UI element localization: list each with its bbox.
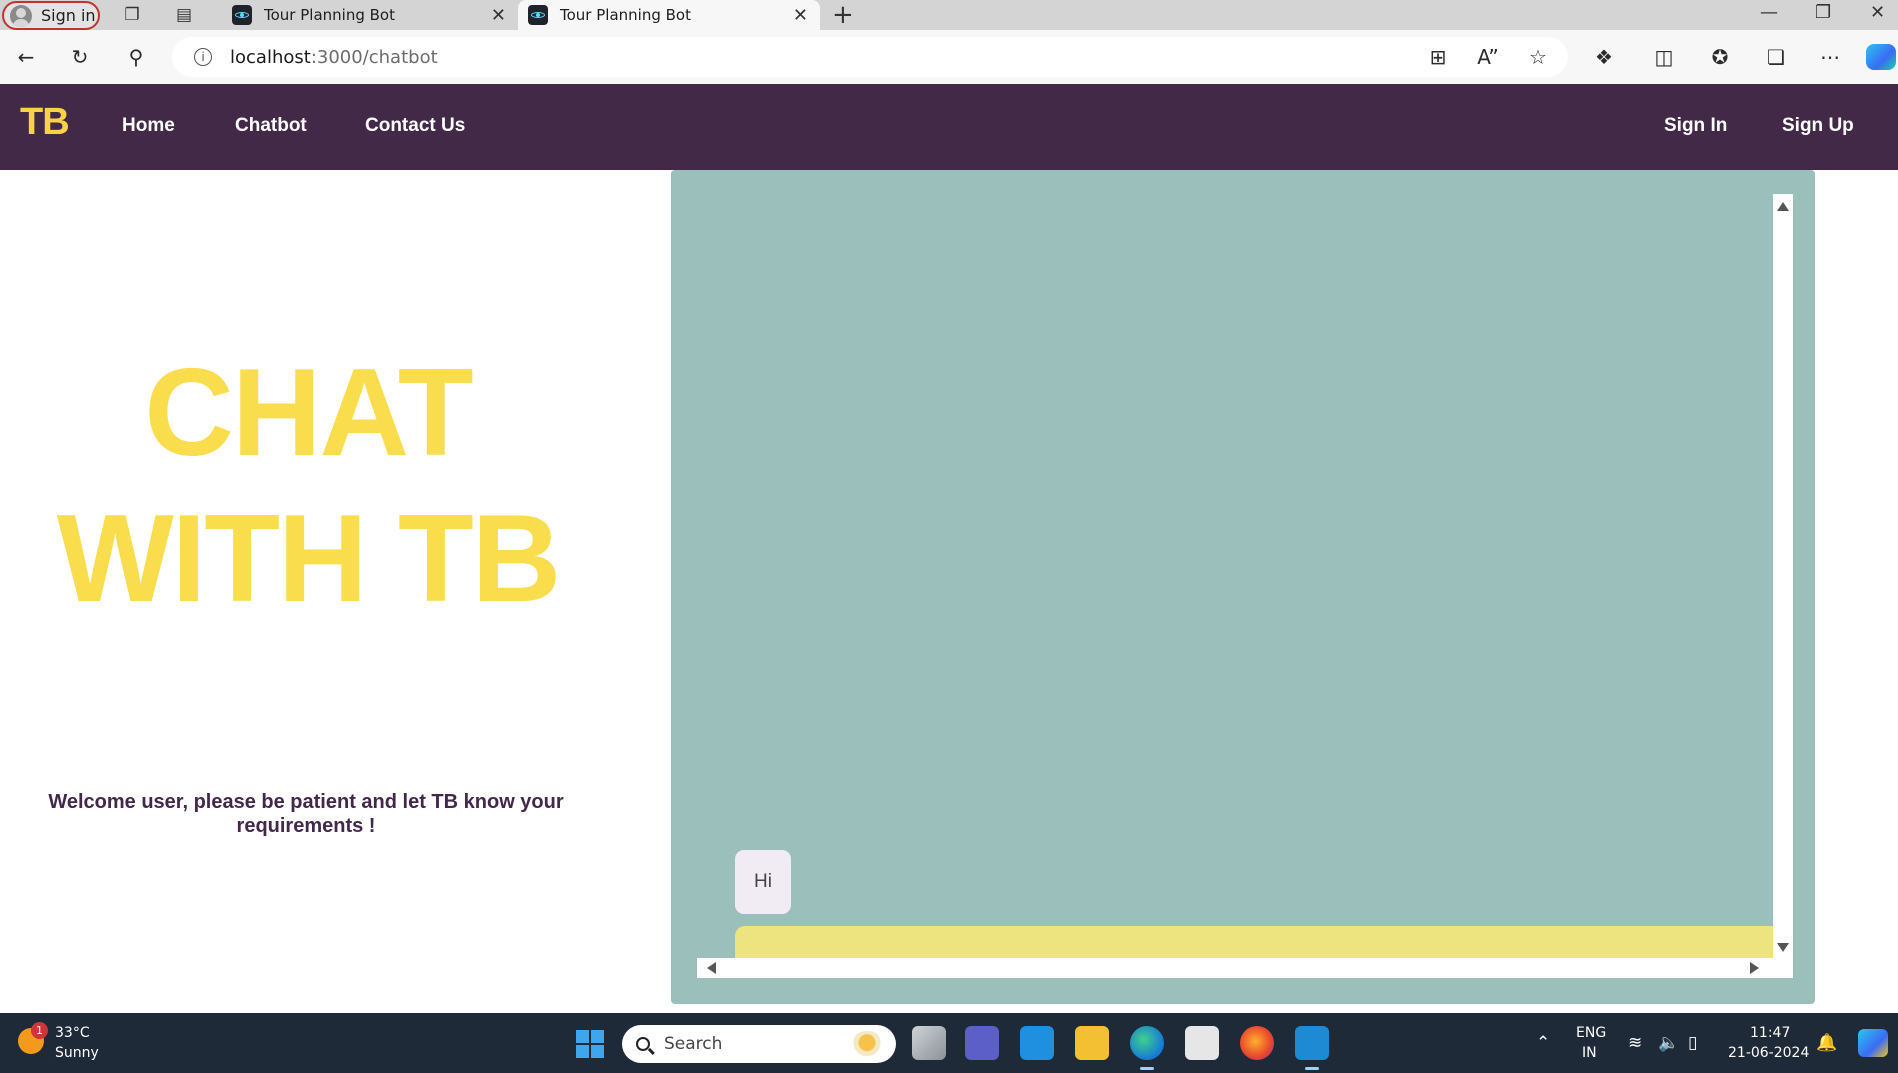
hero-section: CHAT WITH TB Welcome user, please be pat… — [0, 170, 670, 1010]
vertical-tabs-icon[interactable]: ▤ — [172, 4, 196, 26]
search-highlight-icon — [850, 1031, 884, 1057]
scroll-down-arrow-icon[interactable] — [1777, 943, 1789, 952]
more-icon[interactable]: ⋯ — [1816, 44, 1844, 70]
app-grid-icon[interactable]: ⊞ — [1424, 44, 1452, 70]
chat-message-user: Hi — [735, 850, 791, 914]
new-tab-button[interactable]: + — [832, 1, 854, 29]
workspaces-icon[interactable]: ❐ — [120, 4, 144, 26]
site-logo[interactable]: TB — [20, 101, 70, 144]
restore-icon[interactable]: ❐ — [1815, 2, 1831, 23]
weather-desc[interactable]: Sunny — [55, 1045, 99, 1061]
task-view-icon[interactable] — [912, 1026, 946, 1060]
copilot-taskbar-icon[interactable] — [1858, 1029, 1888, 1057]
close-tab-icon[interactable]: ✕ — [491, 5, 506, 26]
store-icon[interactable] — [1185, 1026, 1219, 1060]
scroll-left-arrow-icon[interactable] — [707, 962, 716, 974]
chat-panel: Hi — [671, 170, 1815, 1004]
nav-link-home[interactable]: Home — [122, 115, 175, 137]
profile-button[interactable]: Sign in — [2, 1, 100, 30]
nav-link-sign-up[interactable]: Sign Up — [1782, 115, 1854, 137]
site-info-icon[interactable]: i — [194, 48, 212, 66]
edge-icon[interactable] — [1130, 1026, 1164, 1070]
site-navbar: TB Home Chatbot Contact Us Sign In Sign … — [0, 84, 1898, 170]
close-tab-icon[interactable]: ✕ — [793, 5, 808, 26]
url-host: localhost — [230, 46, 311, 68]
tab-title: Tour Planning Bot — [560, 6, 691, 24]
split-screen-icon[interactable]: ◫ — [1650, 44, 1678, 70]
scroll-up-arrow-icon[interactable] — [1777, 202, 1789, 211]
browser-toolbar: ← ↻ ⚲ i localhost:3000/chatbot ⊞ A” ☆ ❖ … — [0, 30, 1898, 85]
taskbar-search[interactable]: Search — [622, 1025, 896, 1063]
nav-link-chatbot[interactable]: Chatbot — [235, 115, 307, 137]
clock-date[interactable]: 21-06-2024 — [1728, 1045, 1809, 1061]
file-explorer-icon[interactable] — [1075, 1026, 1109, 1060]
favorites-icon[interactable]: ✪ — [1706, 44, 1734, 70]
taskbar-search-placeholder: Search — [664, 1034, 723, 1054]
nav-link-contact[interactable]: Contact Us — [365, 115, 465, 137]
tab-title: Tour Planning Bot — [264, 6, 395, 24]
refresh-icon[interactable]: ↻ — [66, 44, 94, 70]
copilot-icon[interactable] — [1866, 44, 1896, 70]
react-favicon-icon — [528, 5, 548, 25]
vscode-icon[interactable] — [1295, 1026, 1329, 1070]
volume-icon[interactable]: 🔈 — [1658, 1033, 1679, 1053]
teams-icon[interactable] — [965, 1026, 999, 1060]
hero-title-line1: CHAT — [144, 344, 473, 482]
tab-inactive[interactable]: Tour Planning Bot ✕ — [222, 0, 518, 30]
language-line1[interactable]: ENG — [1576, 1025, 1606, 1041]
firefox-icon[interactable] — [1240, 1026, 1274, 1060]
url-path: :3000/chatbot — [310, 46, 438, 68]
tray-overflow-icon[interactable]: ⌃ — [1536, 1033, 1550, 1053]
windows-start-icon[interactable] — [576, 1030, 604, 1058]
collections-icon[interactable]: ❏ — [1762, 44, 1790, 70]
vertical-scrollbar[interactable] — [1773, 194, 1793, 978]
search-icon — [636, 1037, 650, 1051]
profile-label: Sign in — [41, 6, 96, 25]
weather-badge: 1 — [31, 1022, 48, 1039]
tab-active[interactable]: Tour Planning Bot ✕ — [518, 0, 820, 30]
nav-link-sign-in[interactable]: Sign In — [1664, 115, 1727, 137]
clock-time[interactable]: 11:47 — [1750, 1025, 1790, 1041]
chat-scroll-area[interactable]: Hi — [697, 194, 1793, 978]
welcome-text: Welcome user, please be patient and let … — [48, 791, 564, 837]
notification-bell-icon[interactable]: 🔔 — [1816, 1033, 1837, 1053]
search-icon[interactable]: ⚲ — [122, 44, 150, 70]
hero-title: CHAT WITH TB — [0, 340, 616, 632]
wifi-icon[interactable]: ≋ — [1628, 1033, 1642, 1053]
mail-icon[interactable] — [1020, 1026, 1054, 1060]
favorite-star-icon[interactable]: ☆ — [1524, 44, 1552, 70]
react-favicon-icon — [232, 5, 252, 25]
battery-icon[interactable]: ▯ — [1688, 1033, 1697, 1053]
extensions-icon[interactable]: ❖ — [1590, 44, 1618, 70]
minimize-icon[interactable]: — — [1760, 2, 1778, 23]
browser-tab-strip: Sign in ❐ ▤ Tour Planning Bot ✕ Tour Pla… — [0, 0, 1898, 30]
back-arrow-icon[interactable]: ← — [12, 44, 40, 70]
read-aloud-icon[interactable]: A” — [1474, 44, 1502, 70]
hero-title-line2: WITH TB — [56, 490, 562, 628]
language-line2[interactable]: IN — [1582, 1045, 1597, 1061]
horizontal-scrollbar[interactable] — [697, 958, 1793, 978]
weather-temp[interactable]: 33°C — [55, 1025, 90, 1041]
scroll-right-arrow-icon[interactable] — [1750, 962, 1759, 974]
close-window-icon[interactable]: ✕ — [1870, 2, 1885, 23]
address-bar[interactable]: i localhost:3000/chatbot — [172, 37, 1568, 77]
windows-taskbar: 1 33°C Sunny Search ⌃ ENG IN ≋ 🔈 ▯ 11:47… — [0, 1013, 1898, 1073]
profile-avatar-icon — [10, 4, 32, 27]
